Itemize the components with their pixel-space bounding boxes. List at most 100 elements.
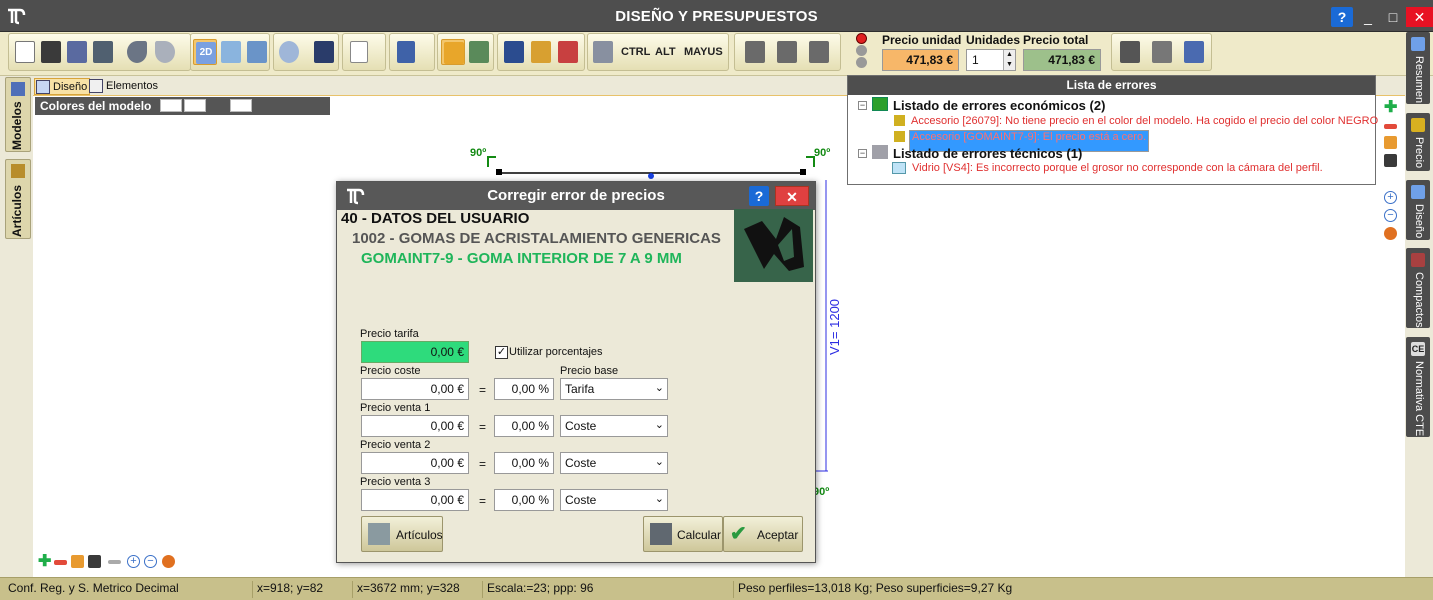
color-swatch[interactable] [230, 99, 252, 112]
dimension-icon[interactable] [71, 555, 84, 568]
color-swatch[interactable] [160, 99, 182, 112]
sale1-label: Precio venta 1 [360, 402, 431, 414]
tab-compactos[interactable]: Compactos [1406, 248, 1430, 328]
tab-resumen-label: Resumen [1413, 56, 1425, 104]
fit-button[interactable] [312, 39, 336, 65]
dialog-close-button[interactable]: ✕ [775, 186, 809, 206]
article-heading: GOMAINT7-9 - GOMA INTERIOR DE 7 A 9 MM [361, 250, 682, 267]
status-scale: Escala:=23; ppp: 96 [482, 581, 593, 598]
measure-list-button[interactable] [556, 39, 580, 65]
units-stepper[interactable]: ▲ ▼ [1003, 50, 1015, 70]
lock-button[interactable] [441, 39, 465, 65]
edit-accessory-button[interactable] [807, 39, 831, 65]
layout-button[interactable] [395, 39, 429, 65]
sale1-input[interactable]: 0,00 € [361, 415, 469, 437]
redo-button[interactable] [153, 39, 177, 65]
cube-2d-icon [247, 41, 267, 63]
zoom-button[interactable] [277, 39, 309, 65]
color-swatch[interactable] [184, 99, 206, 112]
view-3d-button[interactable] [219, 39, 243, 65]
sale2-base-select[interactable]: Coste ⌄ [560, 452, 668, 474]
remove-icon[interactable] [1384, 124, 1397, 129]
sale1-percent-input[interactable]: 0,00 % [494, 415, 554, 437]
error-group-economic[interactable]: Listado de errores económicos (2) [893, 98, 1105, 113]
open-button[interactable] [39, 39, 63, 65]
zoom-out-icon[interactable]: − [144, 555, 157, 568]
sale2-percent-input[interactable]: 0,00 % [494, 452, 554, 474]
elements-tab-icon [89, 79, 103, 93]
sale3-input[interactable]: 0,00 € [361, 489, 469, 511]
tarifa-label: Precio tarifa [360, 328, 419, 340]
zoom-in-icon[interactable]: + [1384, 191, 1397, 204]
zoom-in-icon[interactable]: + [127, 555, 140, 568]
tab-resumen[interactable]: Resumen [1406, 32, 1430, 104]
collapse-toggle[interactable]: − [858, 101, 867, 110]
tab-diseno[interactable]: Diseño [1406, 180, 1430, 240]
sale3-base-select[interactable]: Coste ⌄ [560, 489, 668, 511]
articulos-button[interactable]: Artículos [361, 516, 443, 552]
model-colors-label: Colores del modelo [40, 99, 152, 113]
maximize-button[interactable]: □ [1382, 7, 1404, 27]
total-price-value: 471,83 € [1023, 49, 1101, 71]
clamp-icon[interactable] [1384, 154, 1397, 167]
cost-base-select[interactable]: Tarifa ⌄ [560, 378, 668, 400]
preview-button[interactable] [1150, 39, 1174, 65]
zoom-out-icon[interactable]: − [1384, 209, 1397, 222]
minimize-button[interactable]: _ [1357, 7, 1379, 27]
measure-h-button[interactable] [502, 39, 526, 65]
selection-button[interactable] [348, 39, 382, 65]
keys-group: CTRL ALT MAYUS [587, 33, 729, 71]
error-group-technical[interactable]: Listado de errores técnicos (1) [893, 146, 1082, 161]
error-item[interactable]: Vidrio [VS4]: Es incorrecto porque el gr… [912, 162, 1323, 174]
help-button[interactable]: ? [1331, 7, 1353, 27]
edit-profile-button[interactable] [743, 39, 767, 65]
aceptar-button[interactable]: ✔ Aceptar [723, 516, 803, 552]
ruler-icon[interactable] [108, 560, 121, 564]
tab-precio[interactable]: Precio [1406, 113, 1430, 171]
export-button[interactable] [91, 39, 115, 65]
price-panel: Precio unidad 471,83 € Unidades 1 ▲ ▼ Pre… [851, 32, 1103, 74]
tab-normativa[interactable]: CE Normativa CTE [1406, 337, 1430, 437]
error-item[interactable]: Accesorio [26079]: No tiene precio en el… [911, 115, 1378, 127]
view-3d-alt-button[interactable] [245, 39, 269, 65]
tab-modelos[interactable]: Modelos [5, 77, 31, 152]
new-file-button[interactable] [13, 39, 37, 65]
alt-key-button[interactable]: ALT [655, 46, 676, 58]
dimension-icon[interactable] [1384, 136, 1397, 149]
clamp-icon[interactable] [88, 555, 101, 568]
keyboard-button[interactable] [591, 39, 615, 65]
mayus-key-button[interactable]: MAYUS [684, 46, 723, 58]
errors-panel-title: Lista de errores [848, 76, 1375, 95]
undo-button[interactable] [125, 39, 149, 65]
sale1-base-select[interactable]: Coste ⌄ [560, 415, 668, 437]
fit-window-icon [314, 41, 334, 63]
visibility-button[interactable] [467, 39, 491, 65]
sale2-input[interactable]: 0,00 € [361, 452, 469, 474]
sale3-percent-input[interactable]: 0,00 % [494, 489, 554, 511]
measure-v-button[interactable] [529, 39, 553, 65]
tarifa-input[interactable]: 0,00 € [361, 341, 469, 363]
use-percentages-checkbox[interactable]: ✓ [495, 346, 508, 359]
tab-design[interactable]: Diseño [34, 78, 91, 95]
calcular-button[interactable]: Calcular [643, 516, 723, 552]
add-icon[interactable]: ✚ [38, 554, 51, 570]
tab-articulos[interactable]: Artículos [5, 159, 31, 239]
cost-percent-input[interactable]: 0,00 % [494, 378, 554, 400]
close-button[interactable]: ✕ [1406, 7, 1433, 27]
target-icon[interactable] [1384, 227, 1397, 240]
edit-document-button[interactable] [1118, 39, 1142, 65]
add-icon[interactable]: ✚ [1384, 100, 1397, 116]
status-cursor-mm: x=3672 mm; y=328 [352, 581, 460, 598]
edit-frame-button[interactable] [775, 39, 799, 65]
ctrl-key-button[interactable]: CTRL [621, 46, 650, 58]
target-icon[interactable] [162, 555, 175, 568]
2d-icon: 2D [196, 42, 216, 64]
tab-elements[interactable]: Elementos [88, 78, 160, 95]
collapse-toggle[interactable]: − [858, 149, 867, 158]
view-2d-button[interactable]: 2D [193, 39, 217, 65]
remove-icon[interactable] [54, 560, 67, 565]
cost-input[interactable]: 0,00 € [361, 378, 469, 400]
print-button[interactable] [1182, 39, 1206, 65]
save-button[interactable] [65, 39, 89, 65]
dialog-help-button[interactable]: ? [749, 186, 769, 206]
